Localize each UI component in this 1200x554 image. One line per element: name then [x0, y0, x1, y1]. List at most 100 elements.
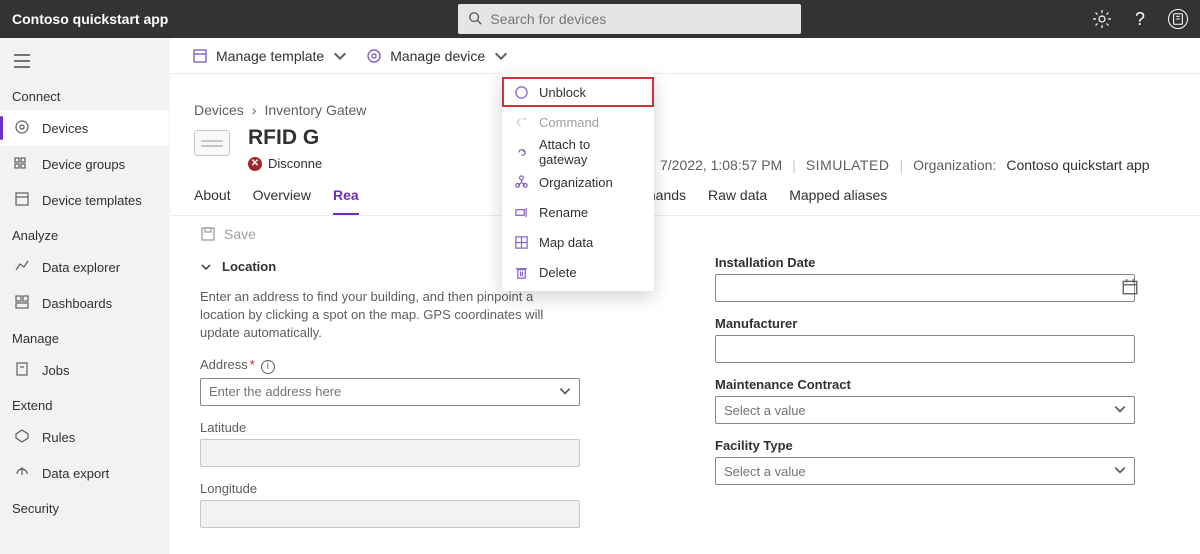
nav-item-jobs[interactable]: Jobs	[0, 352, 169, 388]
menu-delete[interactable]: Delete	[502, 257, 654, 287]
jobs-icon	[14, 361, 30, 380]
address-input[interactable]	[200, 378, 580, 406]
manufacturer-label: Manufacturer	[715, 316, 1170, 331]
nav-section-extend: Extend	[0, 388, 169, 419]
nav-item-rules[interactable]: Rules	[0, 419, 169, 455]
chevron-down-icon[interactable]	[1113, 402, 1127, 416]
menu-label: Delete	[539, 265, 577, 280]
manage-template-button[interactable]: Manage template	[192, 48, 348, 64]
device-meta: 7/2022, 1:08:57 PM | SIMULATED | Organiz…	[170, 157, 1200, 173]
nav-section-analyze: Analyze	[0, 218, 169, 249]
chevron-down-icon[interactable]	[200, 261, 212, 273]
menu-command: Command	[502, 107, 654, 137]
templates-icon	[14, 191, 30, 210]
address-label: Address*i	[200, 357, 655, 374]
menu-map-data[interactable]: Map data	[502, 227, 654, 257]
facility-type-label: Facility Type	[715, 438, 1170, 453]
organization-value: Contoso quickstart app	[1006, 157, 1149, 173]
manufacturer-input[interactable]	[715, 335, 1135, 363]
nav-label: Jobs	[42, 363, 69, 378]
manage-device-menu: Unblock Command Attach to gateway Organi…	[502, 73, 654, 291]
menu-unblock[interactable]: Unblock	[502, 77, 654, 107]
menu-attach-gateway[interactable]: Attach to gateway	[502, 137, 654, 167]
maint-contract-select[interactable]	[715, 396, 1135, 424]
longitude-input	[200, 500, 580, 528]
nav-label: Device groups	[42, 157, 125, 172]
nav-label: Rules	[42, 430, 75, 445]
cmd-label: Manage device	[390, 48, 485, 64]
save-button[interactable]: Save	[200, 226, 256, 242]
dashboard-icon	[14, 294, 30, 313]
save-label: Save	[224, 226, 256, 242]
menu-label: Rename	[539, 205, 588, 220]
nav-item-devices[interactable]: Devices	[0, 110, 169, 146]
devices-icon	[14, 119, 30, 138]
device-groups-icon	[14, 155, 30, 174]
tab-mapped-aliases[interactable]: Mapped aliases	[789, 187, 887, 215]
settings-icon[interactable]	[1092, 9, 1112, 29]
menu-organization[interactable]: Organization	[502, 167, 654, 197]
nav-item-device-templates[interactable]: Device templates	[0, 182, 169, 218]
longitude-label: Longitude	[200, 481, 655, 496]
device-tile-icon	[194, 130, 230, 156]
breadcrumb: Devices › Inventory Gatew	[170, 74, 1200, 122]
chevron-down-icon[interactable]	[1113, 463, 1127, 477]
maint-contract-label: Maintenance Contract	[715, 377, 1170, 392]
nav-label: Device templates	[42, 193, 142, 208]
install-date-label: Installation Date	[715, 255, 1170, 270]
organization-label: Organization:	[913, 157, 996, 173]
chevron-right-icon: ›	[252, 102, 257, 118]
nav-item-data-export[interactable]: Data export	[0, 455, 169, 491]
device-tabs: About Overview Rea Devices Commands Raw …	[170, 173, 1200, 216]
global-search[interactable]	[458, 4, 801, 34]
nav-item-device-groups[interactable]: Device groups	[0, 146, 169, 182]
tab-overview[interactable]: Overview	[253, 187, 311, 215]
nav-section-manage: Manage	[0, 321, 169, 352]
chart-icon	[14, 258, 30, 277]
hamburger-icon[interactable]	[0, 50, 169, 79]
tab-about[interactable]: About	[194, 187, 231, 215]
menu-label: Command	[539, 115, 599, 130]
feedback-icon[interactable]	[1168, 9, 1188, 29]
menu-label: Map data	[539, 235, 593, 250]
nav-label: Dashboards	[42, 296, 112, 311]
last-data-time: 7/2022, 1:08:57 PM	[660, 157, 782, 173]
latitude-label: Latitude	[200, 420, 655, 435]
menu-label: Organization	[539, 175, 613, 190]
app-title: Contoso quickstart app	[12, 11, 168, 27]
install-date-input[interactable]	[715, 274, 1135, 302]
tab-raw-data[interactable]: Raw data	[708, 187, 767, 215]
search-input[interactable]	[490, 11, 791, 27]
help-icon[interactable]: ?	[1130, 9, 1150, 29]
connection-status: Disconne	[268, 156, 322, 171]
search-icon	[468, 11, 482, 28]
export-icon	[14, 464, 30, 483]
breadcrumb-devices[interactable]: Devices	[194, 102, 244, 118]
nav-label: Devices	[42, 121, 88, 136]
tab-selected[interactable]: Rea	[333, 187, 359, 215]
location-help: Enter an address to find your building, …	[200, 288, 580, 343]
latitude-input	[200, 439, 580, 467]
nav-label: Data explorer	[42, 260, 120, 275]
facility-type-select[interactable]	[715, 457, 1135, 485]
menu-rename[interactable]: Rename	[502, 197, 654, 227]
chevron-down-icon	[493, 48, 509, 64]
breadcrumb-current: Inventory Gatew	[264, 102, 366, 118]
nav-item-data-explorer[interactable]: Data explorer	[0, 249, 169, 285]
info-icon[interactable]: i	[261, 360, 275, 374]
status-error-icon: ✕	[248, 157, 262, 171]
menu-label: Unblock	[539, 85, 586, 100]
cmd-label: Manage template	[216, 48, 324, 64]
chevron-down-icon[interactable]	[558, 384, 572, 398]
nav-item-dashboards[interactable]: Dashboards	[0, 285, 169, 321]
nav-label: Data export	[42, 466, 109, 481]
device-name: RFID G	[248, 126, 322, 150]
manage-device-button[interactable]: Manage device	[366, 48, 509, 64]
menu-label: Attach to gateway	[539, 137, 642, 167]
chevron-down-icon	[332, 48, 348, 64]
nav-section-security: Security	[0, 491, 169, 522]
left-nav: Connect Devices Device groups Device tem…	[0, 38, 170, 554]
calendar-icon[interactable]	[1121, 278, 1139, 299]
simulated-badge: SIMULATED	[806, 157, 890, 173]
location-section: Location	[222, 259, 276, 274]
